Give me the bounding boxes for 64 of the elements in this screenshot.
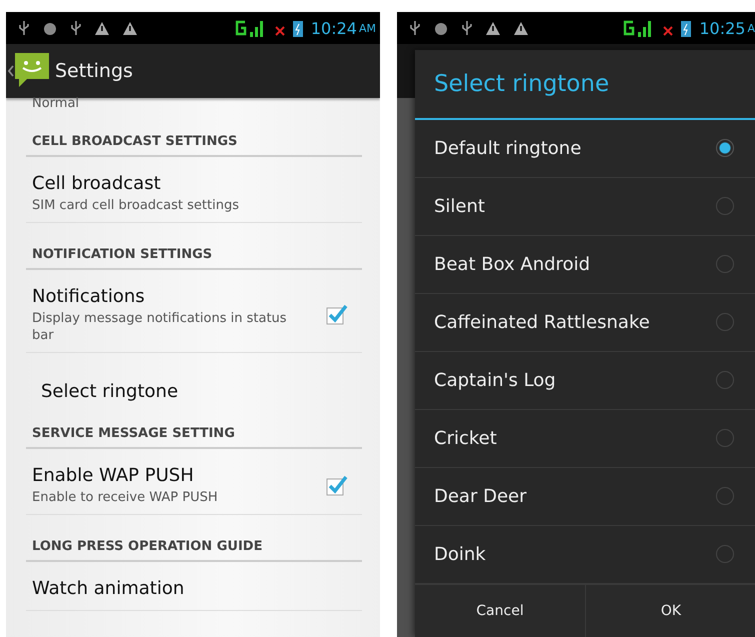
ringtone-name: Captain's Log [434,370,556,391]
radio-button[interactable] [716,255,734,274]
usb-icon [461,20,473,36]
usb-icon [409,20,421,36]
radio-button[interactable] [716,371,734,390]
dialog-title: Select ringtone [415,50,755,120]
warning-icon [485,20,501,36]
no-sim-icon [663,26,674,36]
settings-item[interactable]: Watch animation [26,562,362,611]
clock-ampm: A [747,22,755,34]
ringtone-option[interactable]: Dear Deer [415,468,755,526]
radio-button[interactable] [716,139,734,158]
radio-button[interactable] [716,545,734,564]
clock-time: 10:24 [310,18,357,38]
radio-button[interactable] [716,197,734,216]
setting-title: Notifications [32,285,146,309]
warning-icon [94,20,110,36]
setting-summary: Display message notifications in status bar [32,310,288,344]
ringtone-name: Beat Box Android [434,254,590,275]
radio-button[interactable] [716,487,734,506]
ringtone-name: Dear Deer [434,486,526,507]
battery-icon [681,19,692,37]
ringtone-option[interactable]: Silent [415,178,755,236]
warning-icon [122,20,138,36]
setting-title: Enable WAP PUSH [32,464,195,488]
ringtone-option[interactable]: Cricket [415,410,755,468]
ringtone-option[interactable]: Captain's Log [415,352,755,410]
back-icon[interactable] [8,65,14,77]
setting-summary: Enable to receive WAP PUSH [32,489,219,506]
ringtone-name: Caffeinated Rattlesnake [434,312,650,333]
radio-button[interactable] [716,429,734,448]
warning-icon [513,20,529,36]
ringtone-name: Silent [434,196,485,217]
radio-button[interactable] [716,313,734,332]
setting-summary: SIM card cell broadcast settings [32,197,240,214]
section-header: NOTIFICATION SETTINGS [26,223,362,270]
ringtone-option[interactable]: Beat Box Android [415,236,755,294]
usb-icon [18,20,30,36]
ringtone-name: Cricket [434,428,497,449]
cancel-button[interactable]: Cancel [415,584,586,637]
checkbox[interactable] [326,303,348,325]
screen-title: Settings [55,60,133,82]
section-header: LONG PRESS OPERATION GUIDE [26,515,362,562]
clock-time: 10:25 [699,18,746,38]
clock-ampm: AM [358,22,377,34]
setting-title: Cell broadcast [32,172,162,196]
settings-item[interactable]: Enable WAP PUSH Enable to receive WAP PUSH [26,449,362,515]
no-sim-icon [274,26,285,36]
ringtone-name: Default ringtone [434,138,582,159]
settings-item[interactable]: Notifications Display message notifications in status bar [26,270,362,353]
settings-item[interactable]: Select ringtone [26,353,362,402]
battery-icon [292,19,303,37]
settings-item[interactable]: Cell broadcast SIM card cell broadcast settings [26,157,362,223]
usb-icon [70,20,82,36]
setting-title: Watch animation [32,577,186,601]
smiley-message-icon [15,53,49,89]
ringtone-option[interactable]: Caffeinated Rattlesnake [415,294,755,352]
checkbox[interactable] [326,474,348,496]
ringtone-option[interactable]: Default ringtone [415,120,755,178]
setting-value: Normal [32,98,80,110]
ringtone-name: Doink [434,544,486,565]
ringtone-option[interactable]: Doink [415,526,755,584]
section-header: SERVICE MESSAGE SETTING [26,402,362,449]
section-header: CELL BROADCAST SETTINGS [26,110,362,157]
